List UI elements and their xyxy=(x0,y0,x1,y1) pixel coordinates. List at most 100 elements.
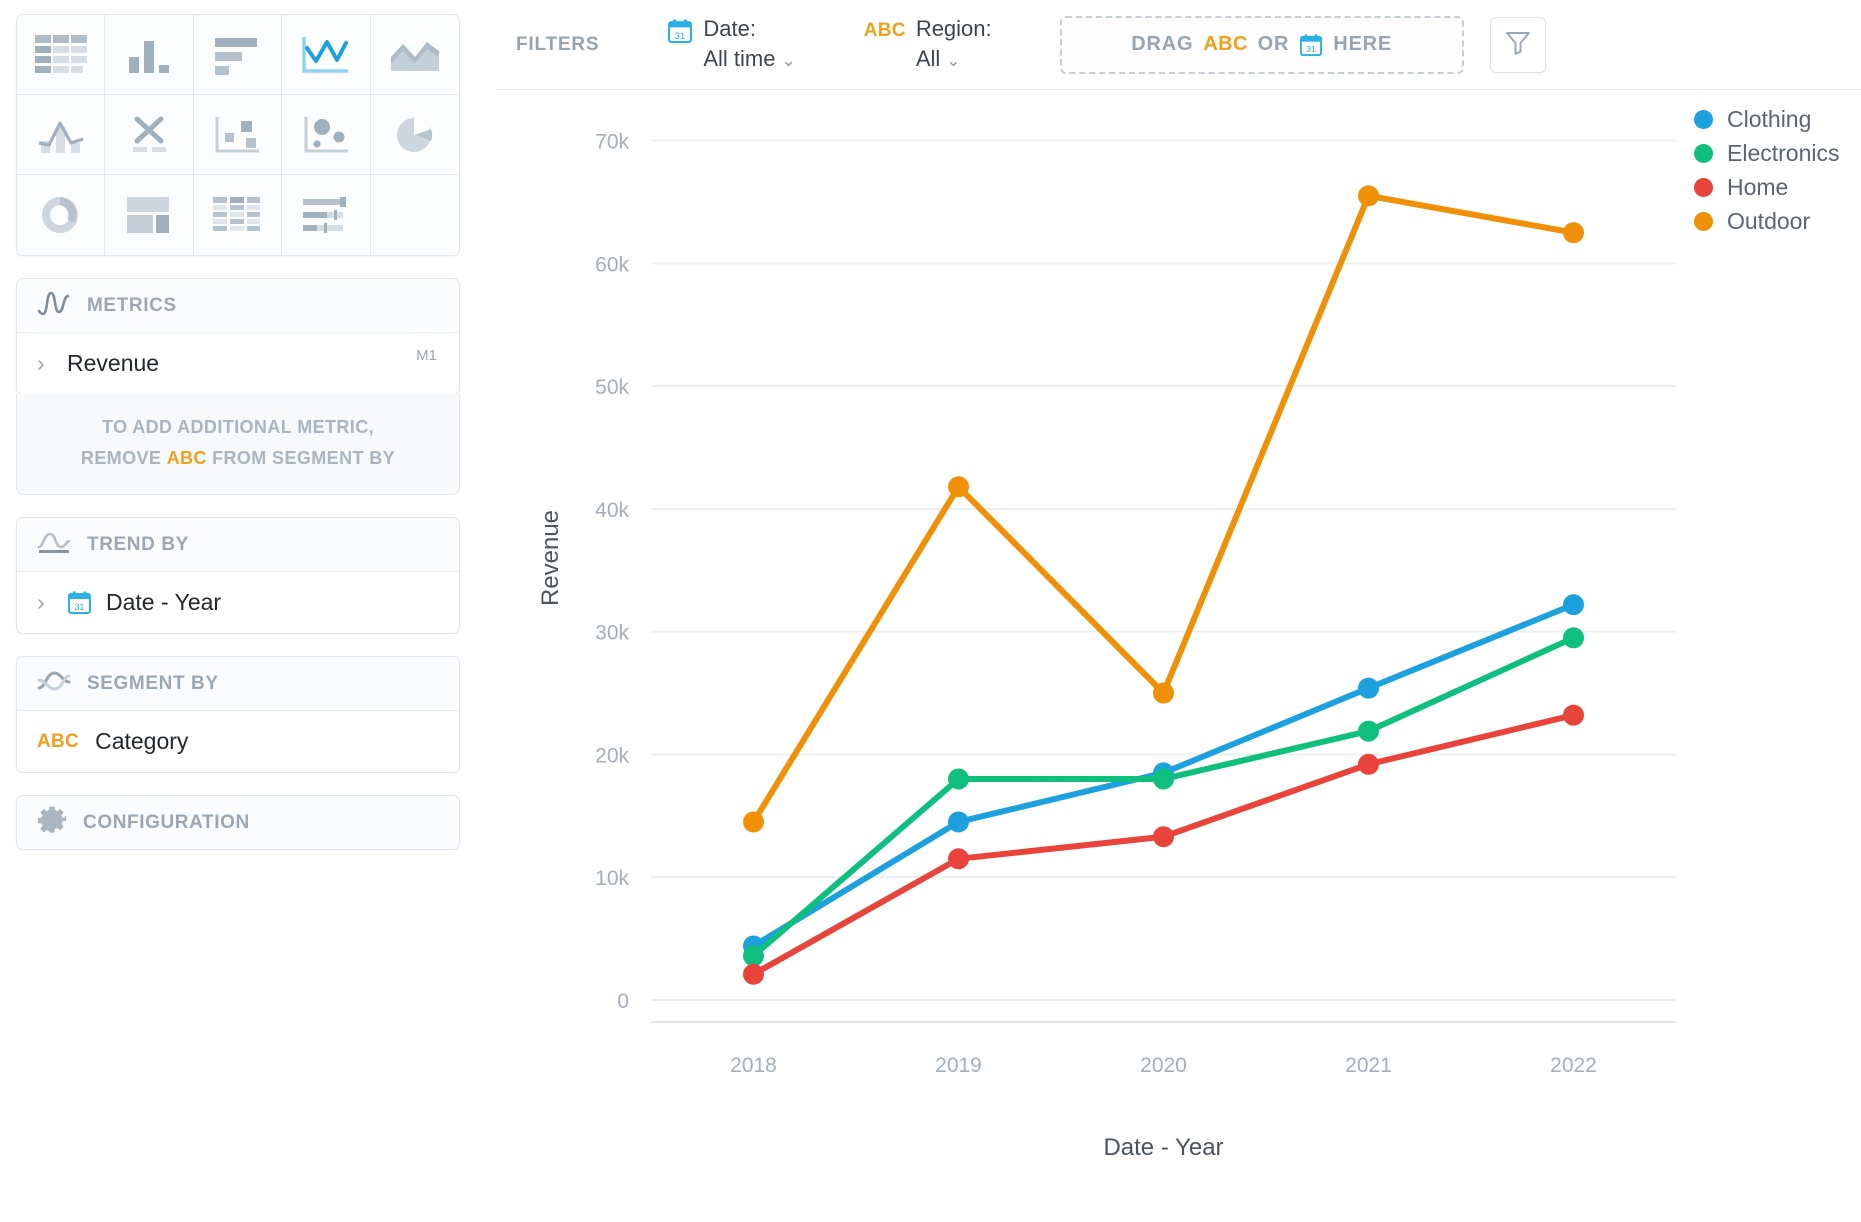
filter-chip-region[interactable]: ABC Region: All⌄ xyxy=(864,14,992,76)
viz-option-donut-chart-icon[interactable] xyxy=(17,175,105,255)
data-point-home-2021 xyxy=(1358,754,1379,775)
chevron-down-icon[interactable]: ⌄ xyxy=(781,51,795,70)
data-point-outdoor-2022 xyxy=(1563,222,1584,243)
abc-icon: ABC xyxy=(1203,33,1247,56)
filter-region-name: Region: xyxy=(916,14,992,44)
data-point-electronics-2018 xyxy=(743,945,764,966)
y-tick-label: 0 xyxy=(617,990,629,1013)
legend-item-electronics[interactable]: Electronics xyxy=(1694,136,1839,170)
filter-date-value[interactable]: All time ⌄ xyxy=(703,44,795,76)
line-chart[interactable]: 010k20k30k40k50k60k70k201820192020202120… xyxy=(496,90,1861,1222)
data-point-outdoor-2021 xyxy=(1358,185,1379,206)
legend-label-outdoor: Outdoor xyxy=(1727,208,1810,235)
legend-label-electronics: Electronics xyxy=(1727,140,1839,167)
chart-area: 010k20k30k40k50k60k70k201820192020202120… xyxy=(496,90,1861,1222)
x-tick-label: 2020 xyxy=(1140,1054,1187,1077)
data-point-home-2019 xyxy=(948,848,969,869)
data-point-electronics-2019 xyxy=(948,769,969,790)
viz-option-area-chart-icon[interactable] xyxy=(371,15,459,95)
y-tick-label: 50k xyxy=(595,376,629,399)
y-tick-label: 10k xyxy=(595,867,629,890)
legend-label-home: Home xyxy=(1727,174,1788,201)
metrics-panel-header[interactable]: METRICS xyxy=(17,279,459,332)
filter-funnel-button[interactable] xyxy=(1490,17,1546,73)
viz-option-line-chart-icon[interactable] xyxy=(282,15,370,95)
legend-item-outdoor[interactable]: Outdoor xyxy=(1694,204,1839,238)
dropzone-here-label: HERE xyxy=(1333,33,1392,56)
legend-item-clothing[interactable]: Clothing xyxy=(1694,102,1839,136)
legend-label-clothing: Clothing xyxy=(1727,106,1811,133)
filter-region-value[interactable]: All⌄ xyxy=(916,44,992,76)
trend-by-panel: TREND BY › 31 Date - Year xyxy=(16,517,460,634)
dropzone-drag-label: DRAG xyxy=(1131,33,1193,56)
legend-dot-outdoor xyxy=(1694,212,1713,231)
data-point-clothing-2021 xyxy=(1358,678,1379,699)
data-point-electronics-2020 xyxy=(1153,769,1174,790)
filter-date-value-text: All time xyxy=(703,46,775,71)
metric-item-label: Revenue xyxy=(67,350,159,377)
segment-by-item-category[interactable]: ABC Category xyxy=(17,710,459,772)
calendar-icon: 31 xyxy=(67,590,92,615)
viz-option-scatter-x-chart-icon[interactable] xyxy=(105,95,193,175)
chart-legend: Clothing Electronics Home Outdoor xyxy=(1694,102,1839,238)
x-tick-label: 2021 xyxy=(1345,1054,1392,1077)
viz-option-bubble-chart-icon[interactable] xyxy=(282,95,370,175)
viz-option-gauge-bars-icon[interactable] xyxy=(282,175,370,255)
metric-item-revenue[interactable]: › Revenue M1 xyxy=(17,332,459,394)
data-point-home-2018 xyxy=(743,964,764,985)
data-point-clothing-2022 xyxy=(1563,594,1584,615)
y-tick-label: 40k xyxy=(595,499,629,522)
funnel-icon xyxy=(1504,28,1532,61)
metrics-hint: TO ADD ADDITIONAL METRIC, REMOVE ABC FRO… xyxy=(16,394,460,495)
y-tick-label: 60k xyxy=(595,253,629,276)
viz-option-pie-chart-icon[interactable] xyxy=(371,95,459,175)
x-tick-label: 2018 xyxy=(730,1054,777,1077)
trend-wave-icon xyxy=(37,529,71,560)
filter-date-name: Date: xyxy=(703,14,795,44)
segment-by-panel-header[interactable]: SEGMENT BY xyxy=(17,657,459,710)
x-tick-label: 2019 xyxy=(935,1054,982,1077)
viz-option-pivot-table-icon[interactable] xyxy=(194,175,282,255)
metric-badge: M1 xyxy=(416,347,437,364)
viz-option-scatter-square-chart-icon[interactable] xyxy=(194,95,282,175)
configuration-panel-title: CONFIGURATION xyxy=(83,812,250,834)
y-tick-label: 20k xyxy=(595,744,629,767)
viz-option-combo-chart-icon[interactable] xyxy=(17,95,105,175)
viz-option-layout-chart-icon[interactable] xyxy=(105,175,193,255)
trend-by-item-date-year[interactable]: › 31 Date - Year xyxy=(17,571,459,633)
trend-by-panel-title: TREND BY xyxy=(87,534,189,556)
filter-chip-date[interactable]: 31 Date: All time ⌄ xyxy=(667,14,795,76)
viz-option-bar-chart-icon[interactable] xyxy=(194,15,282,95)
viz-option-column-chart-icon[interactable] xyxy=(105,15,193,95)
visualization-type-picker[interactable] xyxy=(16,14,460,256)
filters-label: FILTERS xyxy=(516,34,599,56)
abc-icon: ABC xyxy=(864,20,906,42)
chevron-down-icon[interactable]: ⌄ xyxy=(946,51,960,70)
y-tick-label: 30k xyxy=(595,622,629,645)
filter-dropzone[interactable]: DRAG ABC OR 31 HERE xyxy=(1060,16,1464,74)
data-point-outdoor-2020 xyxy=(1153,683,1174,704)
main-content: FILTERS 31 Date: All time ⌄ xyxy=(496,0,1861,1222)
legend-item-home[interactable]: Home xyxy=(1694,170,1839,204)
data-point-electronics-2021 xyxy=(1358,721,1379,742)
chevron-right-icon[interactable]: › xyxy=(37,591,55,614)
metrics-hint-line1: TO ADD ADDITIONAL METRIC, xyxy=(43,412,433,443)
chevron-right-icon[interactable]: › xyxy=(37,352,55,375)
configuration-panel-header[interactable]: CONFIGURATION xyxy=(17,796,459,849)
legend-dot-home xyxy=(1694,178,1713,197)
viz-option-empty-slot xyxy=(371,175,459,255)
x-tick-label: 2022 xyxy=(1550,1054,1597,1077)
calendar-icon: 31 xyxy=(1299,33,1323,57)
dropzone-or-label: OR xyxy=(1258,33,1290,56)
data-point-clothing-2019 xyxy=(948,811,969,832)
segment-by-item-label: Category xyxy=(95,728,188,755)
left-sidebar: METRICS › Revenue M1 TO ADD ADDITIONAL M… xyxy=(0,0,496,1222)
data-point-electronics-2022 xyxy=(1563,627,1584,648)
svg-text:31: 31 xyxy=(675,30,685,40)
trend-by-item-label: Date - Year xyxy=(106,589,221,616)
metrics-wave-icon xyxy=(37,290,71,321)
filters-bar: FILTERS 31 Date: All time ⌄ xyxy=(496,0,1861,90)
configuration-panel[interactable]: CONFIGURATION xyxy=(16,795,460,850)
trend-by-panel-header[interactable]: TREND BY xyxy=(17,518,459,571)
viz-option-table-chart-icon[interactable] xyxy=(17,15,105,95)
